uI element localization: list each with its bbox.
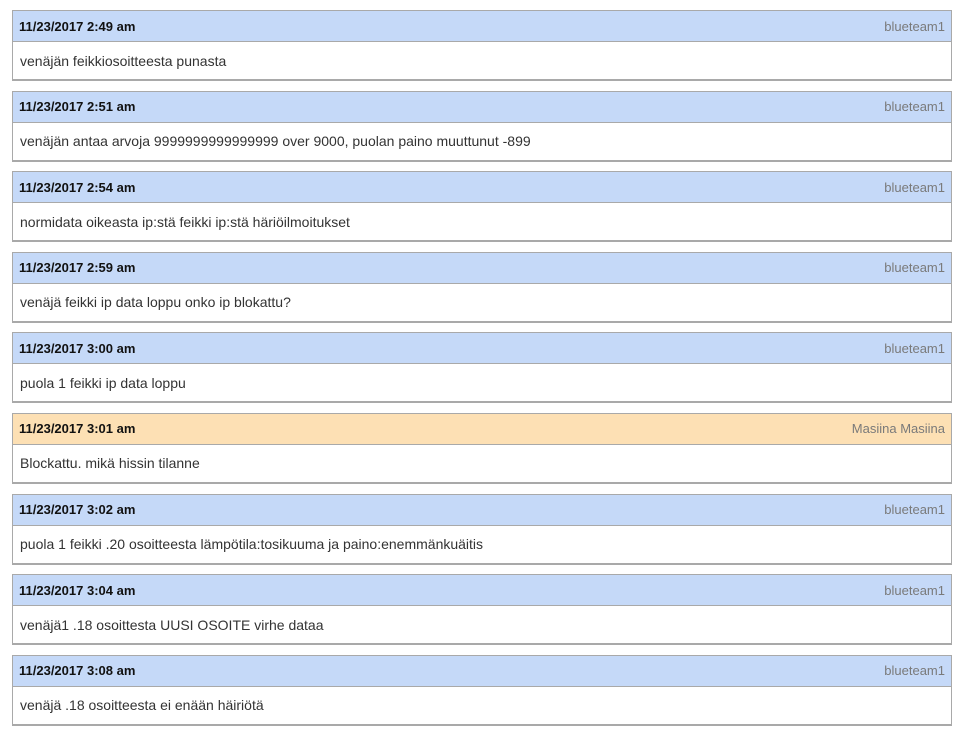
message-text: venäjän feikkiosoitteesta punasta bbox=[20, 52, 227, 69]
message-author: blueteam1 bbox=[884, 340, 945, 356]
message-entry: 11/23/2017 3:04 am blueteam1 venäjä1 .18… bbox=[12, 574, 952, 646]
message-entry: 11/23/2017 2:54 am blueteam1 normidata o… bbox=[12, 171, 952, 243]
message-author: blueteam1 bbox=[884, 582, 945, 598]
message-entry: 11/23/2017 2:59 am blueteam1 venäjä feik… bbox=[12, 251, 952, 323]
message-header: 11/23/2017 3:02 am blueteam1 bbox=[13, 494, 951, 526]
message-entry: 11/23/2017 3:00 am blueteam1 puola 1 fei… bbox=[12, 332, 952, 404]
message-author: blueteam1 bbox=[884, 18, 945, 34]
message-header: 11/23/2017 3:00 am blueteam1 bbox=[13, 333, 951, 365]
message-text: venäjän antaa arvoja 9999999999999999 ov… bbox=[20, 133, 531, 150]
message-header: 11/23/2017 2:49 am blueteam1 bbox=[13, 11, 951, 42]
message-timestamp: 11/23/2017 2:59 am bbox=[19, 260, 136, 276]
message-entry-admin: 11/23/2017 3:01 am Masiina Masiina Block… bbox=[12, 412, 952, 484]
message-timestamp: 11/23/2017 3:02 am bbox=[19, 502, 136, 518]
message-header: 11/23/2017 3:04 am blueteam1 bbox=[13, 575, 951, 607]
message-text: Blockattu. mikä hissin tilanne bbox=[20, 455, 200, 472]
message-text: puola 1 feikki ip data loppu bbox=[20, 374, 186, 391]
message-header: 11/23/2017 3:08 am blueteam1 bbox=[13, 655, 951, 687]
message-header: 11/23/2017 2:59 am blueteam1 bbox=[13, 252, 951, 284]
message-entry: 11/23/2017 3:02 am blueteam1 puola 1 fei… bbox=[12, 493, 952, 565]
message-entry: 11/23/2017 2:49 am blueteam1 venäjän fei… bbox=[12, 10, 952, 81]
message-header: 11/23/2017 2:51 am blueteam1 bbox=[13, 91, 951, 123]
message-author: blueteam1 bbox=[884, 99, 945, 115]
message-header: 11/23/2017 2:54 am blueteam1 bbox=[13, 172, 951, 204]
message-timestamp: 11/23/2017 2:54 am bbox=[19, 179, 136, 195]
message-text: venäjä feikki ip data loppu onko ip blok… bbox=[20, 294, 291, 311]
message-text: puola 1 feikki .20 osoitteesta lämpötila… bbox=[20, 536, 484, 553]
message-entry: 11/23/2017 2:51 am blueteam1 venäjän ant… bbox=[12, 90, 952, 162]
message-text: normidata oikeasta ip:stä feikki ip:stä … bbox=[20, 213, 350, 230]
message-header: 11/23/2017 3:01 am Masiina Masiina bbox=[13, 413, 951, 445]
message-timestamp: 11/23/2017 3:00 am bbox=[19, 340, 136, 356]
message-text: venäjä1 .18 osoittesta UUSI OSOITE virhe… bbox=[20, 616, 324, 633]
message-text: venäjä .18 osoitteesta ei enään häiriötä bbox=[20, 697, 264, 714]
message-timestamp: 11/23/2017 2:49 am bbox=[19, 18, 136, 34]
message-feed: 11/23/2017 2:49 am blueteam1 venäjän fei… bbox=[12, 10, 952, 735]
message-author: blueteam1 bbox=[884, 663, 945, 679]
message-timestamp: 11/23/2017 3:08 am bbox=[19, 663, 136, 679]
message-timestamp: 11/23/2017 3:01 am bbox=[19, 421, 136, 437]
message-author: Masiina Masiina bbox=[851, 421, 945, 437]
message-entry: 11/23/2017 3:08 am blueteam1 venäjä .18 … bbox=[12, 654, 952, 726]
message-author: blueteam1 bbox=[884, 179, 945, 195]
message-timestamp: 11/23/2017 3:04 am bbox=[19, 582, 136, 598]
message-author: blueteam1 bbox=[884, 502, 945, 518]
message-author: blueteam1 bbox=[884, 260, 945, 276]
message-timestamp: 11/23/2017 2:51 am bbox=[19, 99, 136, 115]
